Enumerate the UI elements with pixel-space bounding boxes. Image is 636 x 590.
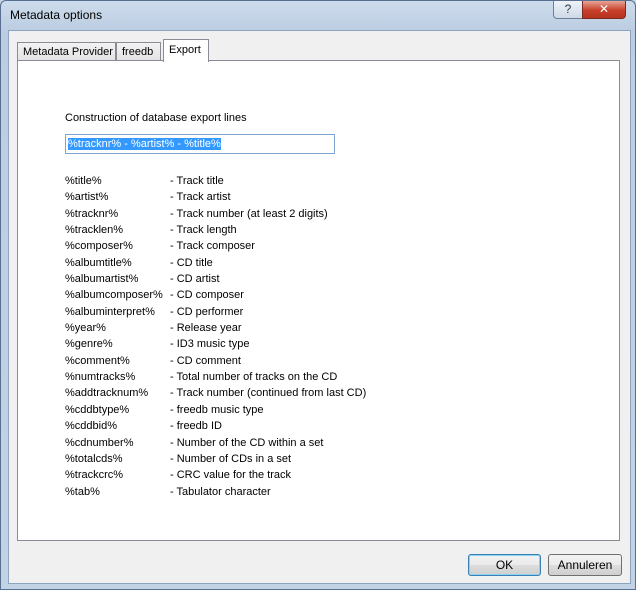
variable-name: %tab% <box>65 485 100 498</box>
variable-description: - CD performer <box>170 305 244 318</box>
variable-name: %addtracknum% <box>65 387 149 400</box>
variable-name: %numtracks% <box>65 371 136 384</box>
variable-description: - Track composer <box>170 240 255 253</box>
variable-row: %tab% - Tabulator character <box>65 486 365 502</box>
cancel-button[interactable]: Annuleren <box>548 554 622 576</box>
variable-name: %cddbtype% <box>65 403 130 416</box>
variable-row: %cdnumber% - Number of the CD within a se… <box>65 437 365 453</box>
variable-description: - Track artist <box>170 191 231 204</box>
export-pattern-input[interactable]: %tracknr% - %artist% - %title% <box>65 134 335 154</box>
variable-description: - ID3 music type <box>170 338 250 351</box>
variable-description: - CD artist <box>170 273 220 286</box>
export-pattern-value: %tracknr% - %artist% - %title% <box>68 138 221 150</box>
variable-description: - CD comment <box>170 354 241 367</box>
variable-name: %year% <box>65 322 106 335</box>
variable-row: %cddbtype% - freedb music type <box>65 404 365 420</box>
close-icon: ✕ <box>598 2 610 16</box>
variable-description: - Track title <box>170 175 224 187</box>
window-title: Metadata options <box>10 8 103 22</box>
variable-row: %tracklen% - Track length <box>65 224 365 240</box>
help-button[interactable]: ? <box>553 1 583 19</box>
variable-description: - CD composer <box>170 289 244 302</box>
variable-row: %albumcomposer% - CD composer <box>65 289 365 305</box>
variable-row: %tracknr% - Track number (at least 2 digi… <box>65 208 365 224</box>
tab-metadata-provider[interactable]: Metadata Provider <box>17 42 116 61</box>
variable-description: - Track number (continued from last CD) <box>170 387 367 400</box>
variable-name: %cddbid% <box>65 420 117 433</box>
variable-description: - freedb ID <box>170 420 222 433</box>
variable-row: %albumtitle% - CD title <box>65 257 365 273</box>
variable-description: - Tabulator character <box>170 485 271 498</box>
variable-description: - Release year <box>170 322 242 335</box>
help-icon: ? <box>564 2 572 16</box>
variable-name: %composer% <box>65 240 133 253</box>
variable-name: %artist% <box>65 191 109 204</box>
variable-row: %year% - Release year <box>65 322 365 338</box>
variable-name: %cdnumber% <box>65 436 134 449</box>
variable-row: %albuminterpret% - CD performer <box>65 306 365 322</box>
variable-name: %albumartist% <box>65 273 139 286</box>
variable-description: - Number of CDs in a set <box>170 452 292 465</box>
variable-name: %albuminterpret% <box>65 305 155 318</box>
variable-name: %title% <box>65 175 102 187</box>
variable-description: - Total number of tracks on the CD <box>170 371 338 384</box>
variable-description: - Track number (at least 2 digits) <box>170 207 328 220</box>
variable-name: %comment% <box>65 354 130 367</box>
variable-row: %genre% - ID3 music type <box>65 338 365 354</box>
variable-description: - Number of the CD within a set <box>170 436 324 449</box>
dialog-client-area: Metadata Provider freedb Export Construc… <box>8 30 631 584</box>
variable-name: %tracklen% <box>65 224 124 237</box>
variable-row: %composer% - Track composer <box>65 240 365 256</box>
variable-row: %numtracks% - Total number of tracks on t… <box>65 371 365 387</box>
variable-row: %addtracknum% - Track number (continued f… <box>65 387 367 403</box>
variable-name: %trackcrc% <box>65 469 124 482</box>
variable-description: - Track length <box>170 224 237 237</box>
variable-name: %albumcomposer% <box>65 289 163 302</box>
ok-button[interactable]: OK <box>468 554 541 576</box>
variable-row: %totalcds% - Number of CDs in a set <box>65 453 365 469</box>
variable-row: %title% - Track title <box>65 175 365 191</box>
metadata-options-dialog: Metadata options ? ✕ Metadata Provider f… <box>0 0 636 590</box>
variable-row: %artist% - Track artist <box>65 191 365 207</box>
variable-description: - CRC value for the track <box>170 469 292 482</box>
variable-row: %albumartist% - CD artist <box>65 273 365 289</box>
variable-name: %albumtitle% <box>65 256 132 269</box>
tab-freedb[interactable]: freedb <box>116 42 161 61</box>
variable-row: %trackcrc% - CRC value for the track <box>65 469 365 485</box>
tab-export[interactable]: Export <box>163 39 209 62</box>
variable-name: %totalcds% <box>65 452 123 465</box>
variable-name: %tracknr% <box>65 207 119 220</box>
variable-row: %cddbid% - freedb ID <box>65 420 365 436</box>
close-button[interactable]: ✕ <box>582 1 626 19</box>
variable-row: %comment% - CD comment <box>65 355 365 371</box>
export-tab-panel: Construction of database export lines %t… <box>17 60 620 541</box>
variable-list: %title% - Track title %artist% - Track arti… <box>65 175 367 502</box>
export-heading: Construction of database export lines <box>65 112 247 124</box>
variable-name: %genre% <box>65 338 113 351</box>
variable-description: - freedb music type <box>170 403 264 416</box>
title-bar[interactable]: Metadata options ? ✕ <box>1 1 635 29</box>
variable-description: - CD title <box>170 256 213 269</box>
